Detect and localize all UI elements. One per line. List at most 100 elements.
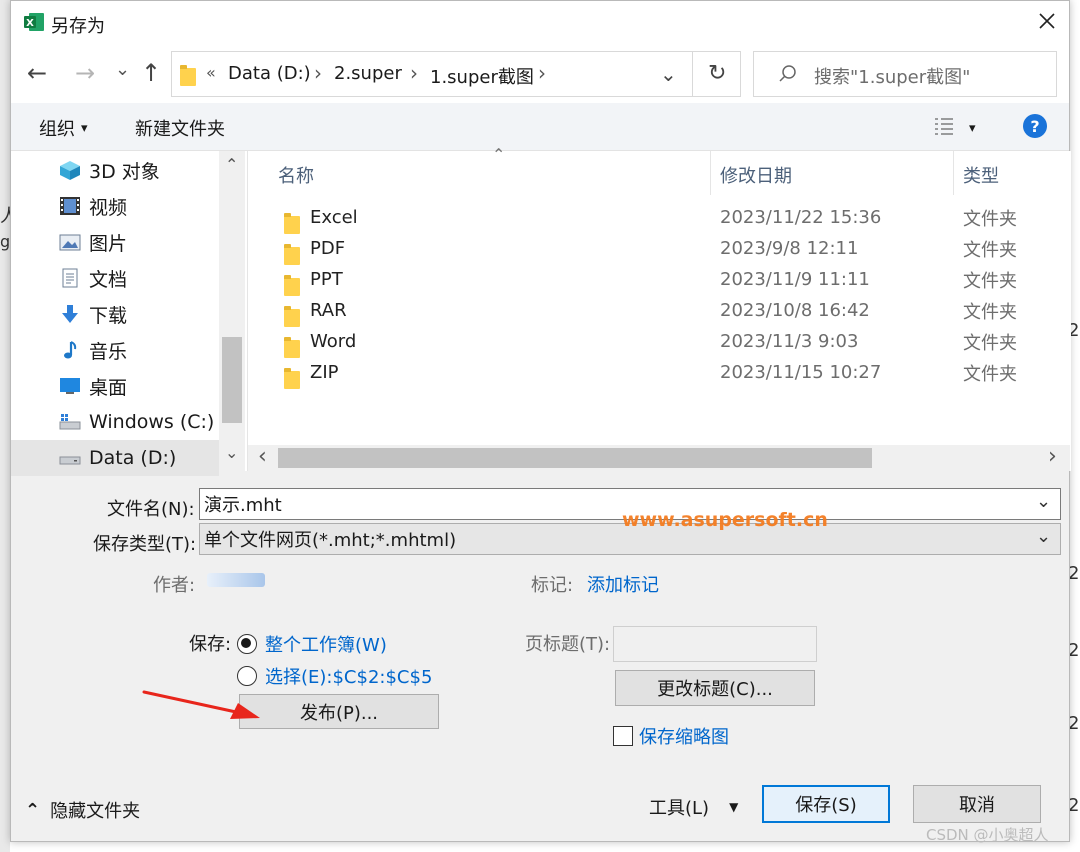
downloads-icon xyxy=(59,304,81,324)
close-button[interactable] xyxy=(1023,1,1071,45)
tree-item-downloads[interactable]: 下载 xyxy=(11,296,219,332)
tree-item-drive-c[interactable]: Windows (C:) xyxy=(11,404,219,440)
tools-menu[interactable]: 工具(L) ▼ xyxy=(649,794,738,820)
table-row[interactable]: RAR 2023/10/8 16:42 文件夹 xyxy=(248,295,1070,327)
navigation-bar: ← → ⌄ ↑ « Data (D:) › 2.super › 1.super截… xyxy=(11,45,1069,103)
organize-label: 组织 xyxy=(39,119,75,140)
file-name: Word xyxy=(310,331,357,352)
breadcrumb-item[interactable]: Data (D:) xyxy=(228,63,311,84)
radio-label: 整个工作簿(W) xyxy=(265,635,387,656)
video-icon xyxy=(59,196,81,216)
help-button[interactable]: ? xyxy=(1023,114,1047,138)
table-row[interactable]: PDF 2023/9/8 12:11 文件夹 xyxy=(248,233,1070,265)
recent-locations-button[interactable]: ⌄ xyxy=(115,59,130,80)
folder-icon xyxy=(284,274,300,296)
tree-item-label: 图片 xyxy=(89,232,128,255)
hide-folders-label: 隐藏文件夹 xyxy=(50,801,141,822)
chevron-down-icon[interactable]: ⌄ xyxy=(1036,526,1051,547)
title-bar: X 另存为 xyxy=(11,1,1069,45)
table-row[interactable]: Excel 2023/11/22 15:36 文件夹 xyxy=(248,202,1070,234)
refresh-button[interactable]: ↻ xyxy=(708,61,726,86)
scroll-down-icon[interactable]: ⌄ xyxy=(225,443,238,462)
folder-icon xyxy=(180,65,196,86)
organize-menu[interactable]: 组织 ▾ xyxy=(39,115,88,141)
breadcrumb-item[interactable]: 1.super截图 xyxy=(430,63,534,89)
music-icon xyxy=(59,340,81,360)
file-name: PPT xyxy=(310,269,343,290)
table-row[interactable]: Word 2023/11/3 9:03 文件夹 xyxy=(248,326,1070,358)
desktop-icon xyxy=(59,376,81,396)
tree-item-3d-objects[interactable]: 3D 对象 xyxy=(11,152,219,188)
address-bar[interactable]: « Data (D:) › 2.super › 1.super截图 › ⌄ ↻ xyxy=(171,51,741,97)
tree-scrollbar[interactable]: ⌃ ⌄ xyxy=(219,151,245,471)
new-folder-button[interactable]: 新建文件夹 xyxy=(135,115,225,141)
file-list-hscrollbar[interactable]: ‹ › xyxy=(248,444,1070,471)
breadcrumb-separator[interactable]: › xyxy=(314,61,322,85)
up-button[interactable]: ↑ xyxy=(141,59,161,87)
radio-button[interactable] xyxy=(237,666,257,686)
publish-button[interactable]: 发布(P)... xyxy=(239,694,439,729)
search-icon xyxy=(778,64,798,88)
radio-label: 选择(E):$C$2:$C$5 xyxy=(265,667,433,688)
file-date: 2023/11/22 15:36 xyxy=(720,207,882,228)
path-prefix: « xyxy=(206,63,216,82)
help-icon: ? xyxy=(1030,116,1040,136)
scrollbar-thumb[interactable] xyxy=(278,448,872,468)
back-button[interactable]: ← xyxy=(27,59,47,87)
filename-label: 文件名(N): xyxy=(107,499,195,520)
radio-selection[interactable]: 选择(E):$C$2:$C$5 xyxy=(237,663,432,689)
tree-item-music[interactable]: 音乐 xyxy=(11,332,219,368)
page-title-field[interactable] xyxy=(613,626,817,662)
chevron-down-icon[interactable]: ⌄ xyxy=(1036,491,1051,512)
filetype-label: 保存类型(T): xyxy=(93,534,197,555)
tree-item-pictures[interactable]: 图片 xyxy=(11,224,219,260)
background-app-left xyxy=(0,0,10,852)
file-type: 文件夹 xyxy=(963,239,1017,261)
search-input[interactable]: 搜索"1.super截图" xyxy=(814,63,970,89)
close-icon xyxy=(1038,12,1056,34)
tree-item-drive-d[interactable]: Data (D:) xyxy=(11,440,219,476)
sort-ascending-icon: ⌃ xyxy=(492,145,506,164)
tree-item-label: Windows (C:) xyxy=(89,411,215,433)
scrollbar-thumb[interactable] xyxy=(222,337,242,423)
file-date: 2023/11/15 10:27 xyxy=(720,362,882,383)
add-tags-link[interactable]: 添加标记 xyxy=(587,571,659,597)
author-value-redacted[interactable] xyxy=(207,573,265,587)
cancel-button[interactable]: 取消 xyxy=(913,785,1041,823)
column-header-name[interactable]: 名称 xyxy=(278,162,314,188)
tree-item-desktop[interactable]: 桌面 xyxy=(11,368,219,404)
scroll-left-icon[interactable]: ‹ xyxy=(258,444,267,469)
scroll-right-icon[interactable]: › xyxy=(1048,444,1057,469)
column-header-date[interactable]: 修改日期 xyxy=(720,162,792,188)
tree-item-label: 3D 对象 xyxy=(89,160,160,183)
breadcrumb-separator[interactable]: › xyxy=(410,61,418,85)
save-button[interactable]: 保存(S) xyxy=(762,785,890,823)
hide-folders-toggle[interactable]: ⌃ 隐藏文件夹 xyxy=(25,797,140,823)
breadcrumb-separator[interactable]: › xyxy=(538,61,546,85)
triangle-down-icon: ▼ xyxy=(729,800,739,814)
change-title-button[interactable]: 更改标题(C)... xyxy=(615,670,815,706)
column-header-type[interactable]: 类型 xyxy=(963,162,999,188)
radio-entire-workbook[interactable]: 整个工作簿(W) xyxy=(237,631,387,657)
breadcrumb-item[interactable]: 2.super xyxy=(334,63,402,84)
table-row[interactable]: PPT 2023/11/9 11:11 文件夹 xyxy=(248,264,1070,296)
file-name: Excel xyxy=(310,207,358,228)
tree-item-videos[interactable]: 视频 xyxy=(11,188,219,224)
view-options-button[interactable]: ▾ xyxy=(933,115,976,141)
chevron-down-icon: ▾ xyxy=(81,120,88,136)
forward-button[interactable]: → xyxy=(75,59,95,87)
excel-icon: X xyxy=(23,11,45,33)
address-dropdown-icon[interactable]: ⌄ xyxy=(660,62,677,86)
checkbox[interactable] xyxy=(613,726,633,746)
folder-icon xyxy=(284,367,300,389)
search-box[interactable]: 搜索"1.super截图" xyxy=(753,51,1057,97)
table-row[interactable]: ZIP 2023/11/15 10:27 文件夹 xyxy=(248,357,1070,389)
tree-item-documents[interactable]: 文档 xyxy=(11,260,219,296)
scroll-up-icon[interactable]: ⌃ xyxy=(225,155,238,174)
radio-button-checked[interactable] xyxy=(237,634,257,654)
folder-icon xyxy=(284,305,300,327)
file-name: RAR xyxy=(310,300,347,321)
svg-text:X: X xyxy=(26,18,34,29)
tags-label: 标记: xyxy=(531,575,574,596)
save-thumbnail-checkbox[interactable]: 保存缩略图 xyxy=(613,723,729,749)
